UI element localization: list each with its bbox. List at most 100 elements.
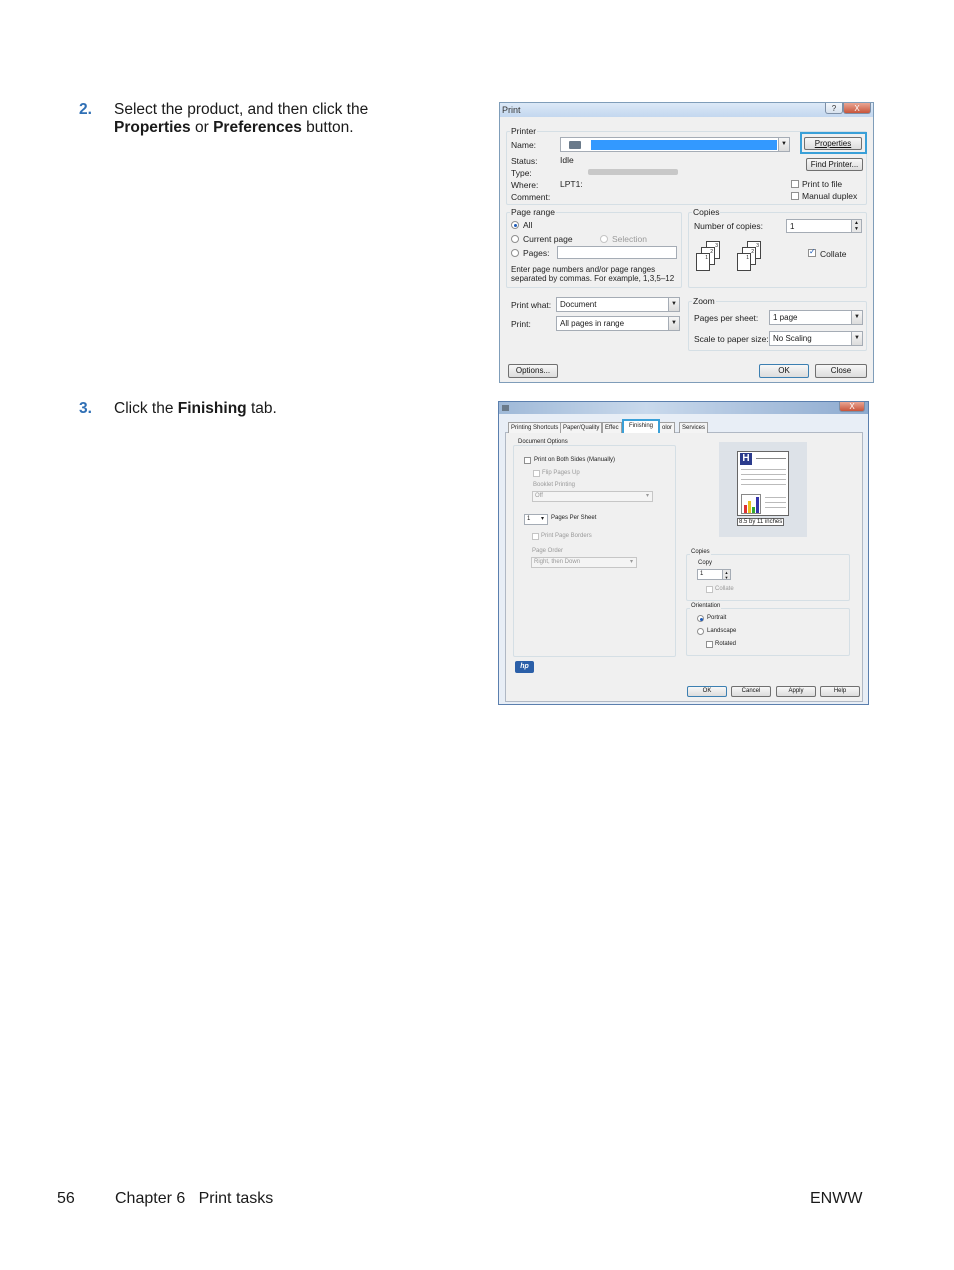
selection-label: Selection: [612, 234, 647, 244]
range-hint-line2: separated by commas. For example, 1,3,5–…: [511, 274, 675, 283]
pages-per-sheet-select[interactable]: 1 ▾: [524, 514, 548, 525]
step-3: 3. Click the Finishing tab.: [79, 400, 459, 420]
print-both-sides-label: Print on Both Sides (Manually): [534, 457, 616, 463]
page-range-label: Page range: [510, 207, 556, 217]
ok-button[interactable]: OK: [687, 686, 727, 697]
all-label: All: [523, 220, 533, 230]
collate-checkbox[interactable]: ✓: [808, 247, 816, 257]
pages-input[interactable]: [557, 246, 677, 259]
hp-logo: hp: [515, 661, 534, 673]
print-to-file-checkbox[interactable]: [791, 180, 799, 188]
rotated-label: Rotated: [715, 641, 737, 647]
landscape-radio[interactable]: [697, 628, 704, 635]
preview-caption: 8.5 by 11 inches: [737, 518, 785, 526]
booklet-select[interactable]: Off ▾: [532, 491, 653, 502]
print-both-sides-checkbox[interactable]: [524, 457, 531, 464]
copy-label: Copy: [698, 560, 713, 566]
print-page-borders-label: Print Page Borders: [541, 533, 592, 539]
print-label: Print:: [511, 319, 531, 329]
current-page-radio[interactable]: [511, 235, 519, 243]
title-bar: Print: [500, 103, 873, 117]
printer-icon: [569, 141, 581, 149]
printer-name-value: [591, 140, 777, 150]
printer-name-select[interactable]: ▼: [560, 137, 790, 152]
properties-button[interactable]: Properties: [804, 137, 862, 150]
print-dialog: Print ? X Printer Name: ▼ Status: Idle T…: [499, 102, 874, 383]
spinner-icon[interactable]: ▲ ▼: [851, 220, 861, 232]
print-select[interactable]: All pages in range ▼: [556, 316, 680, 331]
help-icon[interactable]: ?: [825, 103, 843, 114]
rotated-checkbox[interactable]: [706, 641, 713, 648]
selection-radio[interactable]: [600, 235, 608, 243]
step-2: 2. Select the product, and then click th…: [79, 101, 459, 141]
pages-radio[interactable]: [511, 249, 519, 257]
chevron-down-icon[interactable]: ▼: [778, 138, 789, 151]
preview-letter: H: [740, 453, 752, 465]
tab-services[interactable]: Services: [679, 422, 709, 433]
document-options-label: Document Options: [517, 439, 569, 445]
where-value: LPT1:: [560, 179, 583, 189]
copy-input[interactable]: 1 ▲ ▼: [697, 569, 731, 580]
zoom-label: Zoom: [692, 296, 716, 306]
page-preview: H 8.5 by 11 inches: [719, 442, 807, 537]
step-number: 3.: [79, 400, 92, 417]
scale-label: Scale to paper size:: [694, 334, 769, 344]
copies-input[interactable]: 1 ▲ ▼: [786, 219, 862, 233]
spinner-icon[interactable]: ▲ ▼: [722, 570, 730, 580]
collate-pages-icon: 3 2 1 3 2 1: [696, 241, 776, 283]
current-page-label: Current page: [523, 234, 573, 244]
chevron-down-icon: ▼: [851, 311, 862, 324]
booklet-printing-label: Booklet Printing: [533, 482, 576, 488]
page-order-label: Page Order: [532, 548, 564, 554]
close-button[interactable]: Close: [815, 364, 867, 378]
tab-paper-quality[interactable]: Paper/Quality: [560, 422, 603, 433]
print-what-label: Print what:: [511, 300, 552, 310]
scale-select[interactable]: No Scaling ▼: [769, 331, 863, 346]
portrait-label: Portrait: [707, 615, 727, 621]
print-to-file-label: Print to file: [802, 179, 843, 189]
help-button[interactable]: Help: [820, 686, 860, 697]
close-icon[interactable]: X: [839, 402, 865, 412]
copies-label: Copies: [692, 207, 721, 217]
range-hint-line1: Enter page numbers and/or page ranges: [511, 265, 656, 274]
chevron-down-icon: ▾: [540, 516, 544, 522]
collate-label: Collate: [820, 249, 847, 259]
preview-chart-icon: [741, 494, 761, 514]
type-value: [588, 169, 678, 175]
print-page-borders-checkbox[interactable]: [532, 533, 539, 540]
options-button[interactable]: Options...: [508, 364, 558, 378]
ok-button[interactable]: OK: [759, 364, 809, 378]
orientation-label: Orientation: [690, 603, 722, 609]
apply-button[interactable]: Apply: [776, 686, 816, 697]
title-bar: [499, 402, 868, 414]
print-what-select[interactable]: Document ▼: [556, 297, 680, 312]
chevron-down-icon: ▼: [668, 317, 679, 330]
close-icon[interactable]: X: [843, 103, 871, 114]
cancel-button[interactable]: Cancel: [731, 686, 771, 697]
manual-duplex-checkbox[interactable]: [791, 192, 799, 200]
page-order-select[interactable]: Right, then Down ▾: [531, 557, 637, 568]
comment-label: Comment:: [511, 192, 551, 202]
chevron-down-icon: ▼: [851, 332, 862, 345]
step-text-line2: Properties or Preferences button.: [114, 119, 354, 136]
portrait-radio[interactable]: [697, 615, 704, 622]
pages-per-sheet-label: Pages per sheet:: [694, 313, 759, 323]
pages-label: Pages:: [523, 248, 550, 258]
find-printer-button[interactable]: Find Printer...: [806, 158, 863, 171]
properties-dialog: X Printing Shortcuts Paper/Quality Effec…: [498, 401, 869, 705]
status-label: Status:: [511, 156, 538, 166]
flip-pages-up-checkbox[interactable]: [533, 470, 540, 477]
tab-effects[interactable]: Effec: [602, 422, 622, 433]
step-text: Click the Finishing tab.: [114, 400, 277, 417]
page-number: 56: [57, 1190, 75, 1207]
all-radio[interactable]: [511, 221, 519, 229]
tab-color[interactable]: olor: [659, 422, 676, 433]
pages-per-sheet-label: Pages Per Sheet: [551, 515, 597, 521]
app-icon: [502, 405, 509, 411]
tab-printing-shortcuts[interactable]: Printing Shortcuts: [508, 422, 562, 433]
chevron-down-icon: ▾: [629, 559, 633, 565]
collate-checkbox[interactable]: [706, 586, 713, 593]
footer-right: ENWW: [810, 1190, 863, 1207]
pages-per-sheet-select[interactable]: 1 page ▼: [769, 310, 863, 325]
tab-finishing[interactable]: Finishing: [622, 419, 660, 433]
